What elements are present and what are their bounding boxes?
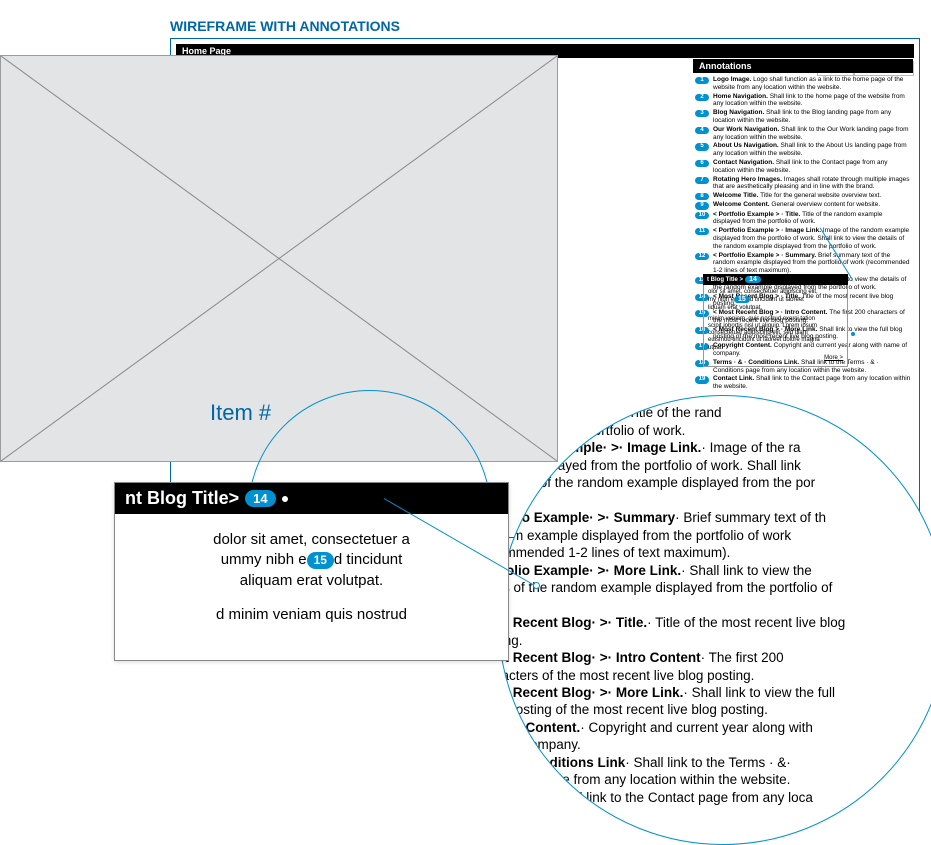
connector-dot-icon — [851, 332, 855, 336]
zoomed-blog-header: nt Blog Title> 14 — [115, 483, 508, 514]
mini-blog-body: olor sit amet, consectetuer adipiscing e… — [703, 285, 848, 367]
mini-blog-title: t Blog Title > — [707, 277, 743, 283]
annotation-row: 1Logo Image. Logo shall function as a li… — [695, 76, 911, 92]
annotation-row: 3Blog Navigation. Shall link to the Blog… — [695, 109, 911, 125]
annotation-row: 8Welcome Title. Title for the general we… — [695, 192, 911, 200]
callout-dot-icon — [282, 496, 288, 502]
annotation-row: 2Home Navigation. Shall link to the home… — [695, 93, 911, 109]
annotation-row: 9Welcome Content. General overview conte… — [695, 201, 911, 209]
hero-image-placeholder — [0, 55, 558, 462]
page-heading: WIREFRAME WITH ANNOTATIONS — [170, 18, 400, 34]
zoomed-blog-title: nt Blog Title> — [125, 488, 239, 509]
annotation-row: 11< Portfolio Example > · Image Link. Im… — [695, 227, 911, 250]
annotation-row: 19Contact Link. Shall link to the Contac… — [695, 375, 911, 391]
mini-blog-card: t Blog Title > 14 olor sit amet, consect… — [703, 274, 848, 367]
annotation-row: 7Rotating Hero Images. Images shall rota… — [695, 176, 911, 192]
zoomed-blog-card: nt Blog Title> 14 dolor sit amet, consec… — [114, 482, 509, 661]
zoomed-blog-badge: 14 — [245, 490, 275, 507]
annotation-row: 6Contact Navigation. Shall link to the C… — [695, 159, 911, 175]
connector-end-dot-icon — [533, 582, 540, 589]
item-number-label: Item # — [210, 400, 271, 426]
annotation-row: 12< Portfolio Example > · Summary. Brief… — [695, 252, 911, 275]
annotation-row: 4Our Work Navigation. Shall link to the … — [695, 126, 911, 142]
mini-blog-badge: 14 — [745, 276, 761, 283]
annotation-row: 5About Us Navigation. Shall link to the … — [695, 142, 911, 158]
mini-blog-more-link[interactable]: More > — [708, 355, 843, 362]
annotation-row: 10< Portfolio Example > · Title. Title o… — [695, 211, 911, 227]
annotations-header: Annotations — [693, 59, 913, 73]
callout-circle-big: ent.· General overview conto Example· >·… — [498, 395, 931, 845]
magnified-annotations: ent.· General overview conto Example· >·… — [498, 395, 931, 825]
